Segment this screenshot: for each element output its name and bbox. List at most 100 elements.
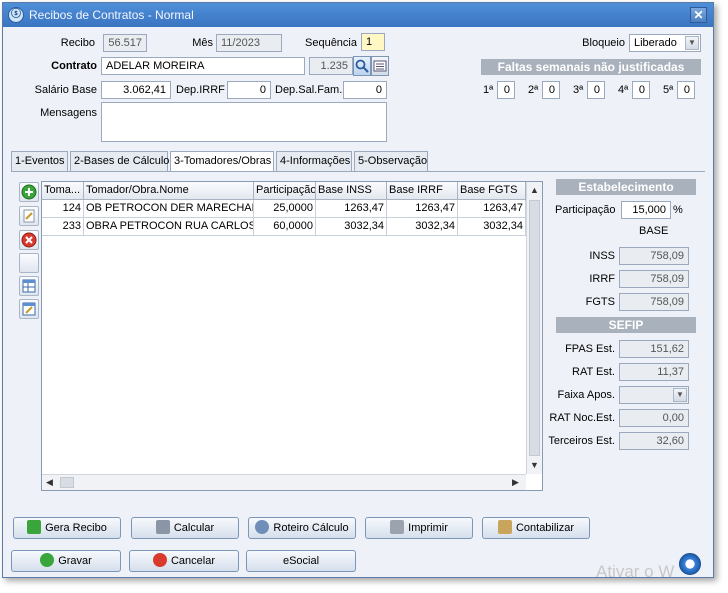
vertical-scrollbar[interactable]: ▲ ▼	[526, 182, 542, 474]
grid-layout-icon[interactable]	[19, 276, 39, 296]
week-3-label: 3ª	[573, 84, 584, 96]
delete-icon[interactable]	[19, 230, 39, 250]
table-cell[interactable]: OB PETROCON DER MARECHAL CA	[84, 200, 254, 218]
title-bar[interactable]: ⓢ Recibos de Contratos - Normal ✕	[3, 3, 713, 27]
imprimir-button[interactable]: Imprimir	[365, 517, 473, 539]
cancelar-button[interactable]: Cancelar	[129, 550, 239, 572]
search-icon[interactable]	[353, 56, 371, 76]
dep-irrf-label: Dep.IRRF	[176, 84, 225, 96]
chevron-down-icon[interactable]: ▼	[685, 36, 699, 50]
column-header-tomador-nome[interactable]: Tomador/Obra.Nome	[84, 182, 254, 200]
scroll-left-icon[interactable]: ◀	[46, 477, 53, 488]
column-header-tomador-code[interactable]: Toma...	[42, 182, 84, 200]
scroll-thumb[interactable]	[529, 200, 540, 456]
sequencia-label: Sequência	[305, 37, 357, 49]
table-cell[interactable]: 3032,34	[316, 218, 387, 236]
estabelecimento-title: Estabelecimento	[556, 179, 696, 195]
scroll-up-icon[interactable]: ▲	[530, 185, 539, 195]
table-cell[interactable]: 3032,34	[458, 218, 526, 236]
mensagens-textarea[interactable]	[101, 102, 387, 142]
inss-field[interactable]: 758,09	[619, 247, 689, 265]
terceiros-field[interactable]: 32,60	[619, 432, 689, 450]
add-icon[interactable]	[19, 182, 39, 202]
tomadores-grid[interactable]: Toma... Tomador/Obra.Nome Participação B…	[41, 181, 543, 491]
bloqueio-select[interactable]: Liberado ▼	[629, 34, 701, 52]
column-header-base-inss[interactable]: Base INSS	[316, 182, 387, 200]
contrato-code-field[interactable]: 1.235	[309, 57, 353, 75]
list-icon[interactable]	[371, 56, 389, 76]
tab-bases-calculo[interactable]: 2-Bases de Cálculo	[70, 151, 169, 171]
table-cell[interactable]: 1263,47	[458, 200, 526, 218]
table-cell[interactable]: 60,0000	[254, 218, 316, 236]
mes-field[interactable]: 11/2023	[216, 34, 282, 52]
roteiro-calculo-label: Roteiro Cálculo	[273, 522, 349, 534]
app-icon: ⓢ	[8, 7, 24, 23]
scroll-down-icon[interactable]: ▼	[530, 460, 539, 470]
calculator-icon	[155, 520, 170, 534]
roteiro-calculo-button[interactable]: Roteiro Cálculo	[248, 517, 356, 539]
dep-irrf-field[interactable]: 0	[227, 81, 271, 99]
table-cell[interactable]: 1263,47	[316, 200, 387, 218]
table-cell[interactable]: 1263,47	[387, 200, 458, 218]
magnifier-icon	[255, 520, 270, 534]
cancel-icon	[152, 553, 167, 567]
tab-informacoes[interactable]: 4-Informações	[276, 151, 352, 171]
table-cell[interactable]: 124	[42, 200, 84, 218]
gravar-button[interactable]: Gravar	[11, 550, 121, 572]
dep-sal-fam-field[interactable]: 0	[343, 81, 387, 99]
recibo-field[interactable]: 56.517	[103, 34, 147, 52]
column-header-base-irrf[interactable]: Base IRRF	[387, 182, 458, 200]
esocial-button[interactable]: eSocial	[246, 550, 356, 572]
week-2-field[interactable]: 0	[542, 81, 560, 99]
week-4-label: 4ª	[618, 84, 629, 96]
tab-tomadores-obras[interactable]: 3-Tomadores/Obras	[170, 151, 274, 172]
week-5-field[interactable]: 0	[677, 81, 695, 99]
table-cell[interactable]: 25,0000	[254, 200, 316, 218]
week-4-field[interactable]: 0	[632, 81, 650, 99]
hscroll-thumb[interactable]	[60, 477, 74, 488]
bloqueio-value: Liberado	[634, 37, 677, 49]
faixa-apos-select[interactable]: ▼	[619, 386, 689, 404]
imprimir-label: Imprimir	[408, 522, 448, 534]
horizontal-scrollbar[interactable]: ◀ ▶	[42, 474, 526, 490]
gera-recibo-button[interactable]: Gera Recibo	[13, 517, 121, 539]
esocial-label: eSocial	[282, 555, 320, 567]
table-cell[interactable]: 233	[42, 218, 84, 236]
blank-icon[interactable]	[19, 253, 39, 273]
main-window: ⓢ Recibos de Contratos - Normal ✕ Recibo…	[2, 2, 714, 578]
tab-observacao[interactable]: 5-Observação	[354, 151, 428, 171]
scroll-right-icon[interactable]: ▶	[512, 477, 519, 488]
contrato-name-field[interactable]: ADELAR MOREIRA	[101, 57, 305, 75]
chevron-down-icon[interactable]: ▼	[673, 388, 687, 402]
table-cell[interactable]: OBRA PETROCON RUA CARLOS GC	[84, 218, 254, 236]
week-1-field[interactable]: 0	[497, 81, 515, 99]
mes-label: Mês	[192, 37, 213, 49]
help-icon[interactable]	[679, 553, 701, 575]
week-5-label: 5ª	[663, 84, 674, 96]
gera-recibo-label: Gera Recibo	[45, 522, 107, 534]
tab-eventos[interactable]: 1-Eventos	[11, 151, 68, 171]
grid-edit-icon[interactable]	[19, 299, 39, 319]
column-header-base-fgts[interactable]: Base FGTS	[458, 182, 526, 200]
sequencia-field[interactable]: 1	[361, 33, 385, 51]
calcular-button[interactable]: Calcular	[131, 517, 239, 539]
rat-field[interactable]: 11,37	[619, 363, 689, 381]
sefip-title: SEFIP	[556, 317, 696, 333]
faixa-apos-label: Faixa Apos.	[557, 389, 615, 401]
salario-base-field[interactable]: 3.062,41	[101, 81, 171, 99]
rat-label: RAT Est.	[572, 366, 615, 378]
edit-icon[interactable]	[19, 206, 39, 226]
fgts-field[interactable]: 758,09	[619, 293, 689, 311]
participacao-label: Participação	[555, 204, 616, 216]
column-header-participacao[interactable]: Participação	[254, 182, 316, 200]
irrf-field[interactable]: 758,09	[619, 270, 689, 288]
printer-icon	[390, 520, 405, 534]
contabilizar-button[interactable]: Contabilizar	[482, 517, 590, 539]
participacao-field[interactable]: 15,000	[621, 201, 671, 219]
tab-strip: 1-Eventos 2-Bases de Cálculo 3-Tomadores…	[11, 151, 705, 172]
close-icon[interactable]: ✕	[690, 7, 707, 23]
week-3-field[interactable]: 0	[587, 81, 605, 99]
fpas-field[interactable]: 151,62	[619, 340, 689, 358]
table-cell[interactable]: 3032,34	[387, 218, 458, 236]
rat-noc-field[interactable]: 0,00	[619, 409, 689, 427]
